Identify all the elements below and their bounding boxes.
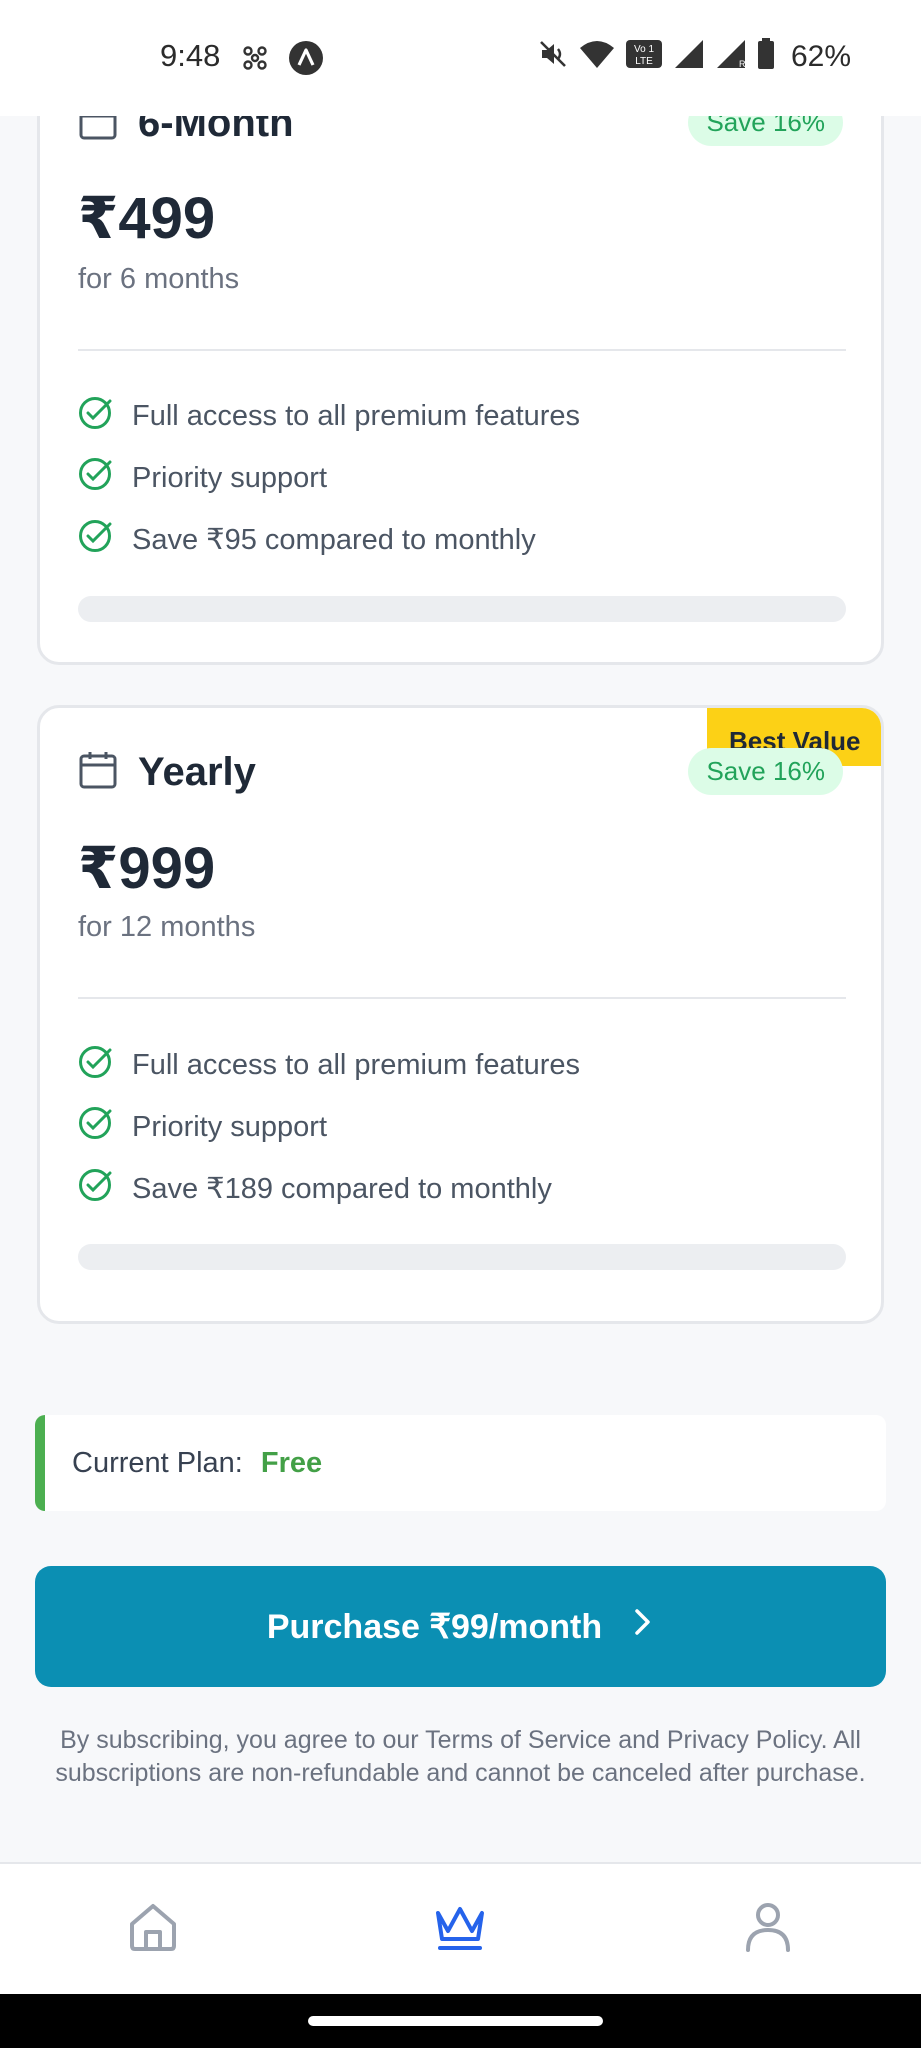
feature-item: Full access to all premium features: [78, 1035, 580, 1097]
divider: [78, 997, 846, 999]
nav-home[interactable]: [118, 1894, 188, 1964]
purchase-button[interactable]: Purchase ₹99/month: [35, 1566, 886, 1687]
crown-icon: [432, 1901, 488, 1958]
calendar-icon: [78, 750, 118, 795]
volte-icon: Vo 1 LTE: [625, 39, 663, 74]
terms-text: By subscribing, you agree to our Terms o…: [55, 1726, 866, 1787]
plan-card-6-month[interactable]: 6-Month Save 16% ₹499 for 6 months Full …: [37, 116, 884, 665]
feature-item: Full access to all premium features: [78, 386, 580, 448]
battery-percent: 62%: [790, 39, 851, 73]
check-circle-icon: [78, 457, 112, 499]
svg-text:R: R: [739, 59, 746, 69]
feature-text: Full access to all premium features: [132, 1049, 581, 1082]
current-plan-label: Current Plan:: [72, 1446, 243, 1479]
chevron-right-icon: [632, 1607, 654, 1646]
plan-card-header: 6-Month: [78, 116, 294, 146]
check-circle-icon: [78, 1168, 112, 1210]
check-circle-icon: [78, 1045, 112, 1087]
feature-item: Priority support: [78, 1097, 580, 1159]
home-icon: [126, 1900, 180, 1959]
plan-placeholder-bar: [78, 1244, 846, 1270]
save-badge: Save 16%: [688, 116, 843, 146]
plan-title: Yearly: [138, 750, 256, 794]
feature-text: Priority support: [132, 461, 328, 494]
feature-text: Save ₹189 compared to monthly: [132, 1173, 552, 1206]
nav-profile[interactable]: [733, 1894, 803, 1964]
wifi-icon: [579, 39, 615, 74]
feature-text: Full access to all premium features: [132, 400, 581, 433]
app-notification-icon: [288, 40, 324, 81]
plan-period: for 12 months: [78, 911, 256, 943]
save-badge: Save 16%: [688, 748, 843, 795]
plan-card-header: Yearly: [78, 750, 256, 795]
plans-scroll-area[interactable]: 6-Month Save 16% ₹499 for 6 months Full …: [0, 116, 921, 1862]
check-circle-icon: [78, 396, 112, 438]
purchase-button-label: Purchase ₹99/month: [266, 1607, 603, 1646]
plan-period: for 6 months: [78, 263, 240, 295]
battery-icon: [757, 38, 775, 75]
mute-icon: [537, 38, 569, 75]
feature-list: Full access to all premium features Prio…: [78, 386, 580, 571]
calendar-icon: [78, 116, 118, 146]
status-bar: 9:48 Vo 1 LTE R 62%: [0, 0, 921, 116]
plan-card-yearly[interactable]: Best Value Yearly Save 16% ₹999 for 12 m…: [37, 705, 884, 1324]
svg-text:Vo 1: Vo 1: [634, 44, 654, 55]
nav-premium[interactable]: [425, 1894, 495, 1964]
plan-title: 6-Month: [138, 116, 294, 145]
feature-item: Save ₹95 compared to monthly: [78, 509, 580, 571]
svg-text:LTE: LTE: [635, 56, 653, 67]
current-plan-value: Free: [260, 1446, 323, 1479]
signal-icon: [673, 39, 705, 74]
plan-placeholder-bar: [78, 596, 846, 622]
status-time: 9:48: [160, 38, 221, 73]
feature-text: Save ₹95 compared to monthly: [132, 524, 536, 557]
check-circle-icon: [78, 1106, 112, 1148]
plan-price: ₹499: [78, 186, 216, 251]
signal-roaming-icon: R: [715, 39, 747, 74]
fan-icon: [240, 43, 270, 78]
current-plan-banner: Current Plan: Free: [35, 1415, 886, 1511]
divider: [78, 349, 846, 351]
home-gesture-handle[interactable]: [308, 2016, 603, 2026]
feature-item: Priority support: [78, 448, 580, 510]
feature-item: Save ₹189 compared to monthly: [78, 1158, 580, 1220]
check-circle-icon: [78, 519, 112, 561]
gesture-area: [0, 1994, 921, 2048]
feature-list: Full access to all premium features Prio…: [78, 1035, 580, 1220]
profile-icon: [743, 1900, 793, 1959]
bottom-nav: [0, 1862, 921, 1994]
plan-price: ₹999: [78, 836, 216, 901]
feature-text: Priority support: [132, 1110, 328, 1143]
